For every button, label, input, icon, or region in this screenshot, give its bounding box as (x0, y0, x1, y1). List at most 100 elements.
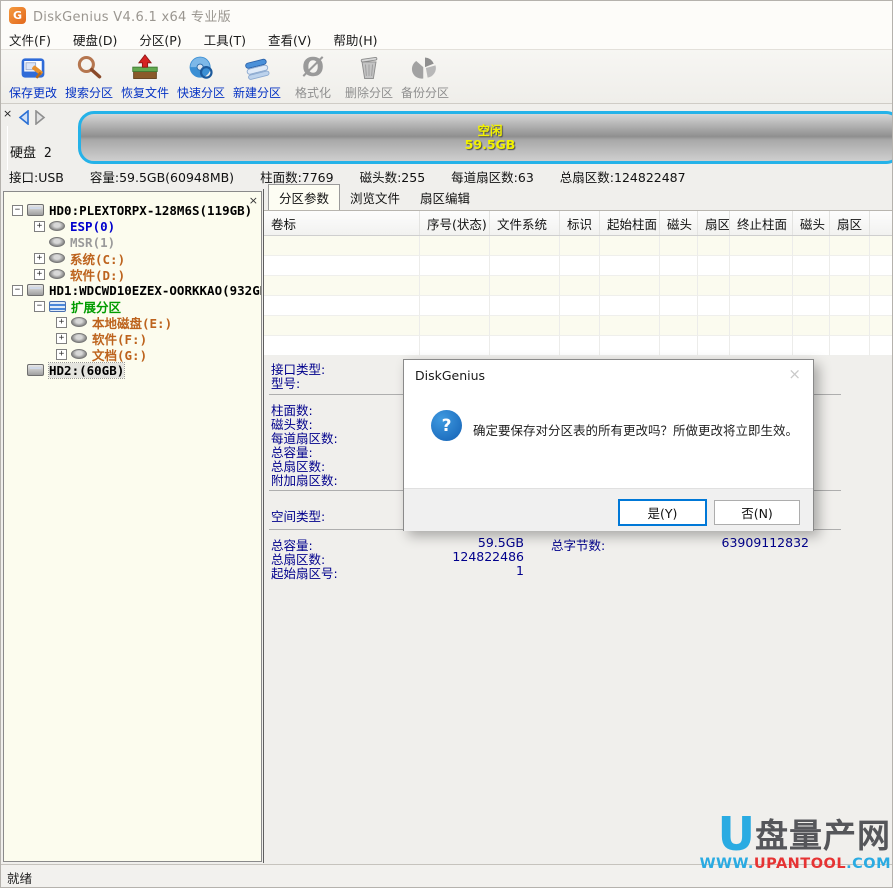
col-end-cylinder[interactable]: 终止柱面 (730, 211, 793, 235)
menu-view[interactable]: 查看(V) (268, 30, 311, 49)
table-row (264, 316, 893, 336)
col-index-status[interactable]: 序号(状态) (420, 211, 490, 235)
backup-partition-button[interactable]: 备份分区 (397, 53, 453, 103)
partition-icon (71, 349, 87, 359)
table-row (264, 256, 893, 276)
col-id[interactable]: 标识 (560, 211, 600, 235)
search-icon (74, 53, 104, 83)
tree-item-system-c[interactable]: +系统(C:) (4, 250, 261, 266)
watermark-url-end: .COM (846, 856, 891, 872)
partition-table-body (264, 236, 893, 356)
watermark-url-mid: UPANTOOL (754, 856, 846, 872)
expand-icon[interactable]: + (34, 221, 45, 232)
toolbar-label: 备份分区 (401, 84, 449, 101)
dialog-title: DiskGenius (415, 368, 485, 383)
total-capacity-value: 59.5GB (404, 535, 524, 550)
dialog-title-bar[interactable]: DiskGenius (404, 360, 813, 390)
col-sector[interactable]: 扇区 (698, 211, 730, 235)
disk-icon (27, 284, 44, 296)
tree-item-esp[interactable]: + ESP(0) (4, 218, 261, 234)
tree-item-label: 文档(G:) (92, 345, 147, 364)
tab-partition-params[interactable]: 分区参数 (268, 184, 340, 210)
table-row (264, 336, 893, 356)
menu-help[interactable]: 帮助(H) (333, 30, 377, 49)
tree-item-msr[interactable]: MSR(1) (4, 234, 261, 250)
expand-icon[interactable]: + (34, 269, 45, 280)
partition-icon (71, 317, 87, 327)
watermark-u-logo: U (718, 814, 755, 854)
recover-files-button[interactable]: 恢复文件 (117, 53, 173, 103)
collapse-icon[interactable]: − (34, 301, 45, 312)
collapse-icon[interactable]: − (12, 205, 23, 216)
col-filesystem[interactable]: 文件系统 (490, 211, 560, 235)
extended-partition-icon (49, 301, 66, 312)
tab-bar: 分区参数 浏览文件 扇区编辑 (264, 189, 893, 211)
menu-partition[interactable]: 分区(P) (139, 30, 181, 49)
toolbar-label: 保存更改 (9, 84, 57, 101)
partition-icon (49, 237, 65, 247)
menu-file[interactable]: 文件(F) (9, 30, 51, 49)
free-space-size: 59.5GB (465, 138, 516, 152)
dialog-footer: 是(Y) 否(N) (404, 488, 813, 531)
format-icon: Ø (298, 53, 328, 83)
tree-item-label: ESP(0) (70, 219, 115, 234)
delete-partition-button[interactable]: 删除分区 (341, 53, 397, 103)
table-row (264, 276, 893, 296)
tree-item-hd1[interactable]: −HD1:WDCWD10EZEX-OORKKAO(932GB) (4, 282, 261, 298)
table-row (264, 236, 893, 256)
tree-item-hd2[interactable]: HD2:(60GB) (4, 362, 261, 378)
save-changes-button[interactable]: 保存更改 (5, 53, 61, 103)
diskgenius-window: G DiskGenius V4.6.1 x64 专业版 文件(F) 硬盘(D) … (0, 0, 893, 888)
yes-button[interactable]: 是(Y) (618, 499, 707, 526)
prev-disk-icon[interactable] (17, 110, 30, 128)
partition-tree: −HD0:PLEXTORPX-128M6S(119GB) + ESP(0) MSR… (4, 202, 261, 378)
menu-bar: 文件(F) 硬盘(D) 分区(P) 工具(T) 查看(V) 帮助(H) (1, 29, 893, 50)
free-space-bar[interactable]: 空闲 59.5GB (78, 111, 893, 164)
next-disk-icon[interactable] (34, 110, 47, 128)
disk-map-panel: × 硬盘 2 空闲 59.5GB 接口:USB 容量:59.5GB(60948M… (1, 104, 893, 189)
tree-item-hd0[interactable]: −HD0:PLEXTORPX-128M6S(119GB) (4, 202, 261, 218)
close-icon[interactable]: × (788, 367, 801, 382)
watermark-url: WWW.UPANTOOL.COM (699, 856, 891, 872)
toolbar-label: 搜索分区 (65, 84, 113, 101)
tree-item-software-d[interactable]: + 软件(D:) (4, 266, 261, 282)
tab-browse-files[interactable]: 浏览文件 (340, 185, 410, 210)
no-button[interactable]: 否(N) (714, 500, 800, 525)
close-icon[interactable]: × (3, 108, 12, 119)
model-label: 型号: (271, 373, 300, 392)
menu-tools[interactable]: 工具(T) (204, 30, 246, 49)
tree-item-docs-g[interactable]: + 文档(G:) (4, 346, 261, 362)
dialog-message: 确定要保存对分区表的所有更改吗？所做更改将立即生效。 (473, 422, 803, 439)
partition-icon (71, 333, 87, 343)
window-title: DiskGenius V4.6.1 x64 专业版 (33, 6, 231, 25)
watermark-url-www: WWW. (700, 856, 754, 872)
search-partition-button[interactable]: 搜索分区 (61, 53, 117, 103)
menu-disk[interactable]: 硬盘(D) (73, 30, 117, 49)
col-head[interactable]: 磁头 (660, 211, 698, 235)
expand-icon[interactable]: + (56, 349, 67, 360)
total-sectors2-value: 124822486 (404, 549, 524, 564)
new-partition-button[interactable]: 新建分区 (229, 53, 285, 103)
col-start-cylinder[interactable]: 起始柱面 (600, 211, 660, 235)
col-head2[interactable]: 磁头 (793, 211, 830, 235)
col-volume-label[interactable]: 卷标 (264, 211, 420, 235)
disk-sectors-per-track: 每道扇区数:63 (451, 167, 534, 186)
quick-partition-button[interactable]: 快速分区 (173, 53, 229, 103)
free-space-type: 空闲 (477, 124, 502, 138)
start-sector-label: 起始扇区号: (271, 563, 338, 582)
tab-sector-edit[interactable]: 扇区编辑 (410, 185, 480, 210)
expand-icon[interactable]: + (34, 253, 45, 264)
expand-icon[interactable]: + (56, 333, 67, 344)
watermark-cn-text: 盘量产网 (755, 818, 891, 854)
format-button[interactable]: Ø 格式化 (285, 53, 341, 103)
extra-sectors-label: 附加扇区数: (271, 470, 338, 489)
toolbar-label: 删除分区 (345, 84, 393, 101)
collapse-icon[interactable]: − (12, 285, 23, 296)
expand-icon[interactable]: + (56, 317, 67, 328)
toolbar-label: 格式化 (295, 84, 331, 101)
col-sector2[interactable]: 扇区 (830, 211, 870, 235)
table-row (264, 296, 893, 316)
tree-item-label: 软件(D:) (70, 265, 125, 284)
disk-capacity: 容量:59.5GB(60948MB) (90, 167, 234, 186)
separator (7, 126, 8, 170)
